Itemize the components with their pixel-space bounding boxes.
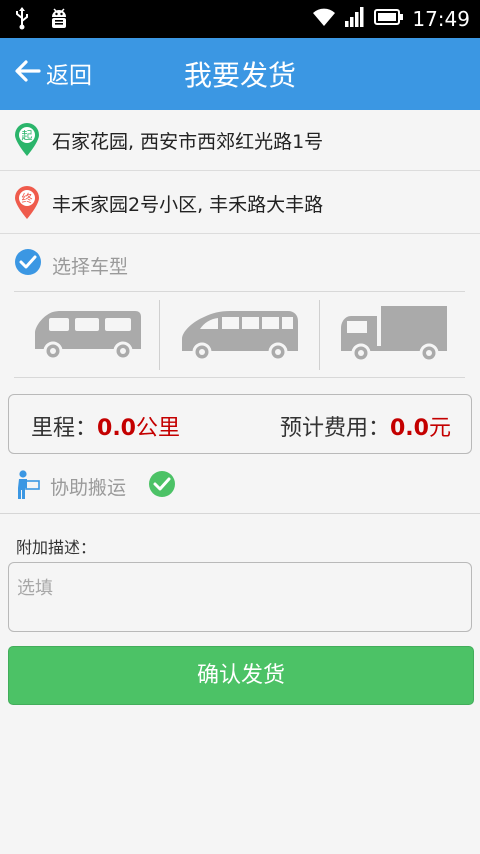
end-pin-icon: 终 xyxy=(14,186,40,224)
wifi-icon xyxy=(312,6,336,32)
android-debug-icon xyxy=(48,6,70,34)
status-bar: 17:49 xyxy=(0,0,480,38)
distance-group: 里程：0.0公里 xyxy=(31,410,180,442)
assist-label: 协助搬运 xyxy=(50,477,127,499)
description-label: 附加描述： xyxy=(16,538,97,557)
vehicle-type-label: 选择车型 xyxy=(52,256,129,278)
vehicle-option-minibus[interactable] xyxy=(160,300,319,370)
app-bar: 返回 我要发货 xyxy=(0,38,480,110)
truck-icon xyxy=(337,304,449,366)
assist-row: 协助搬运 xyxy=(0,460,480,512)
status-time: 17:49 xyxy=(412,7,470,31)
checkmark-circle-icon xyxy=(14,248,42,280)
cost-group: 预计费用：0.0元 xyxy=(280,410,451,442)
check-circle-icon xyxy=(149,471,175,497)
distance-unit: 公里 xyxy=(136,416,181,441)
start-pin-icon: 起 xyxy=(14,123,40,161)
minibus-icon xyxy=(180,305,300,365)
divider xyxy=(14,291,465,292)
divider xyxy=(0,513,480,514)
cost-unit: 元 xyxy=(428,416,451,441)
end-address-text: 丰禾家园2号小区, 丰禾路大丰路 xyxy=(52,194,324,216)
divider xyxy=(14,377,465,378)
person-carrying-icon xyxy=(14,470,40,504)
battery-icon xyxy=(374,7,404,31)
end-address-row[interactable]: 终 丰禾家园2号小区, 丰禾路大丰路 xyxy=(0,173,480,234)
start-address-text: 石家花园, 西安市西郊红光路1号 xyxy=(52,131,324,153)
vehicle-option-van[interactable] xyxy=(14,300,159,370)
signal-icon xyxy=(344,6,366,32)
vehicle-option-truck[interactable] xyxy=(320,300,465,370)
page-title: 我要发货 xyxy=(183,59,296,92)
assist-checkbox[interactable] xyxy=(148,470,176,502)
distance-label: 里程： xyxy=(31,416,98,441)
confirm-shipment-button[interactable]: 确认发货 xyxy=(8,646,474,705)
end-badge: 终 xyxy=(22,191,33,205)
estimate-box: 里程：0.0公里 预计费用：0.0元 xyxy=(8,394,472,454)
cost-label: 预计费用： xyxy=(279,416,390,441)
start-address-row[interactable]: 起 石家花园, 西安市西郊红光路1号 xyxy=(0,110,480,171)
description-placeholder: 选填 xyxy=(17,578,53,599)
start-badge: 起 xyxy=(22,129,33,142)
vehicle-type-row: 选择车型 xyxy=(0,240,480,290)
distance-value: 0.0 xyxy=(97,416,136,441)
cost-value: 0.0 xyxy=(390,416,429,441)
usb-icon xyxy=(14,6,30,34)
van-icon xyxy=(31,305,143,365)
description-input[interactable]: 选填 xyxy=(8,562,472,632)
